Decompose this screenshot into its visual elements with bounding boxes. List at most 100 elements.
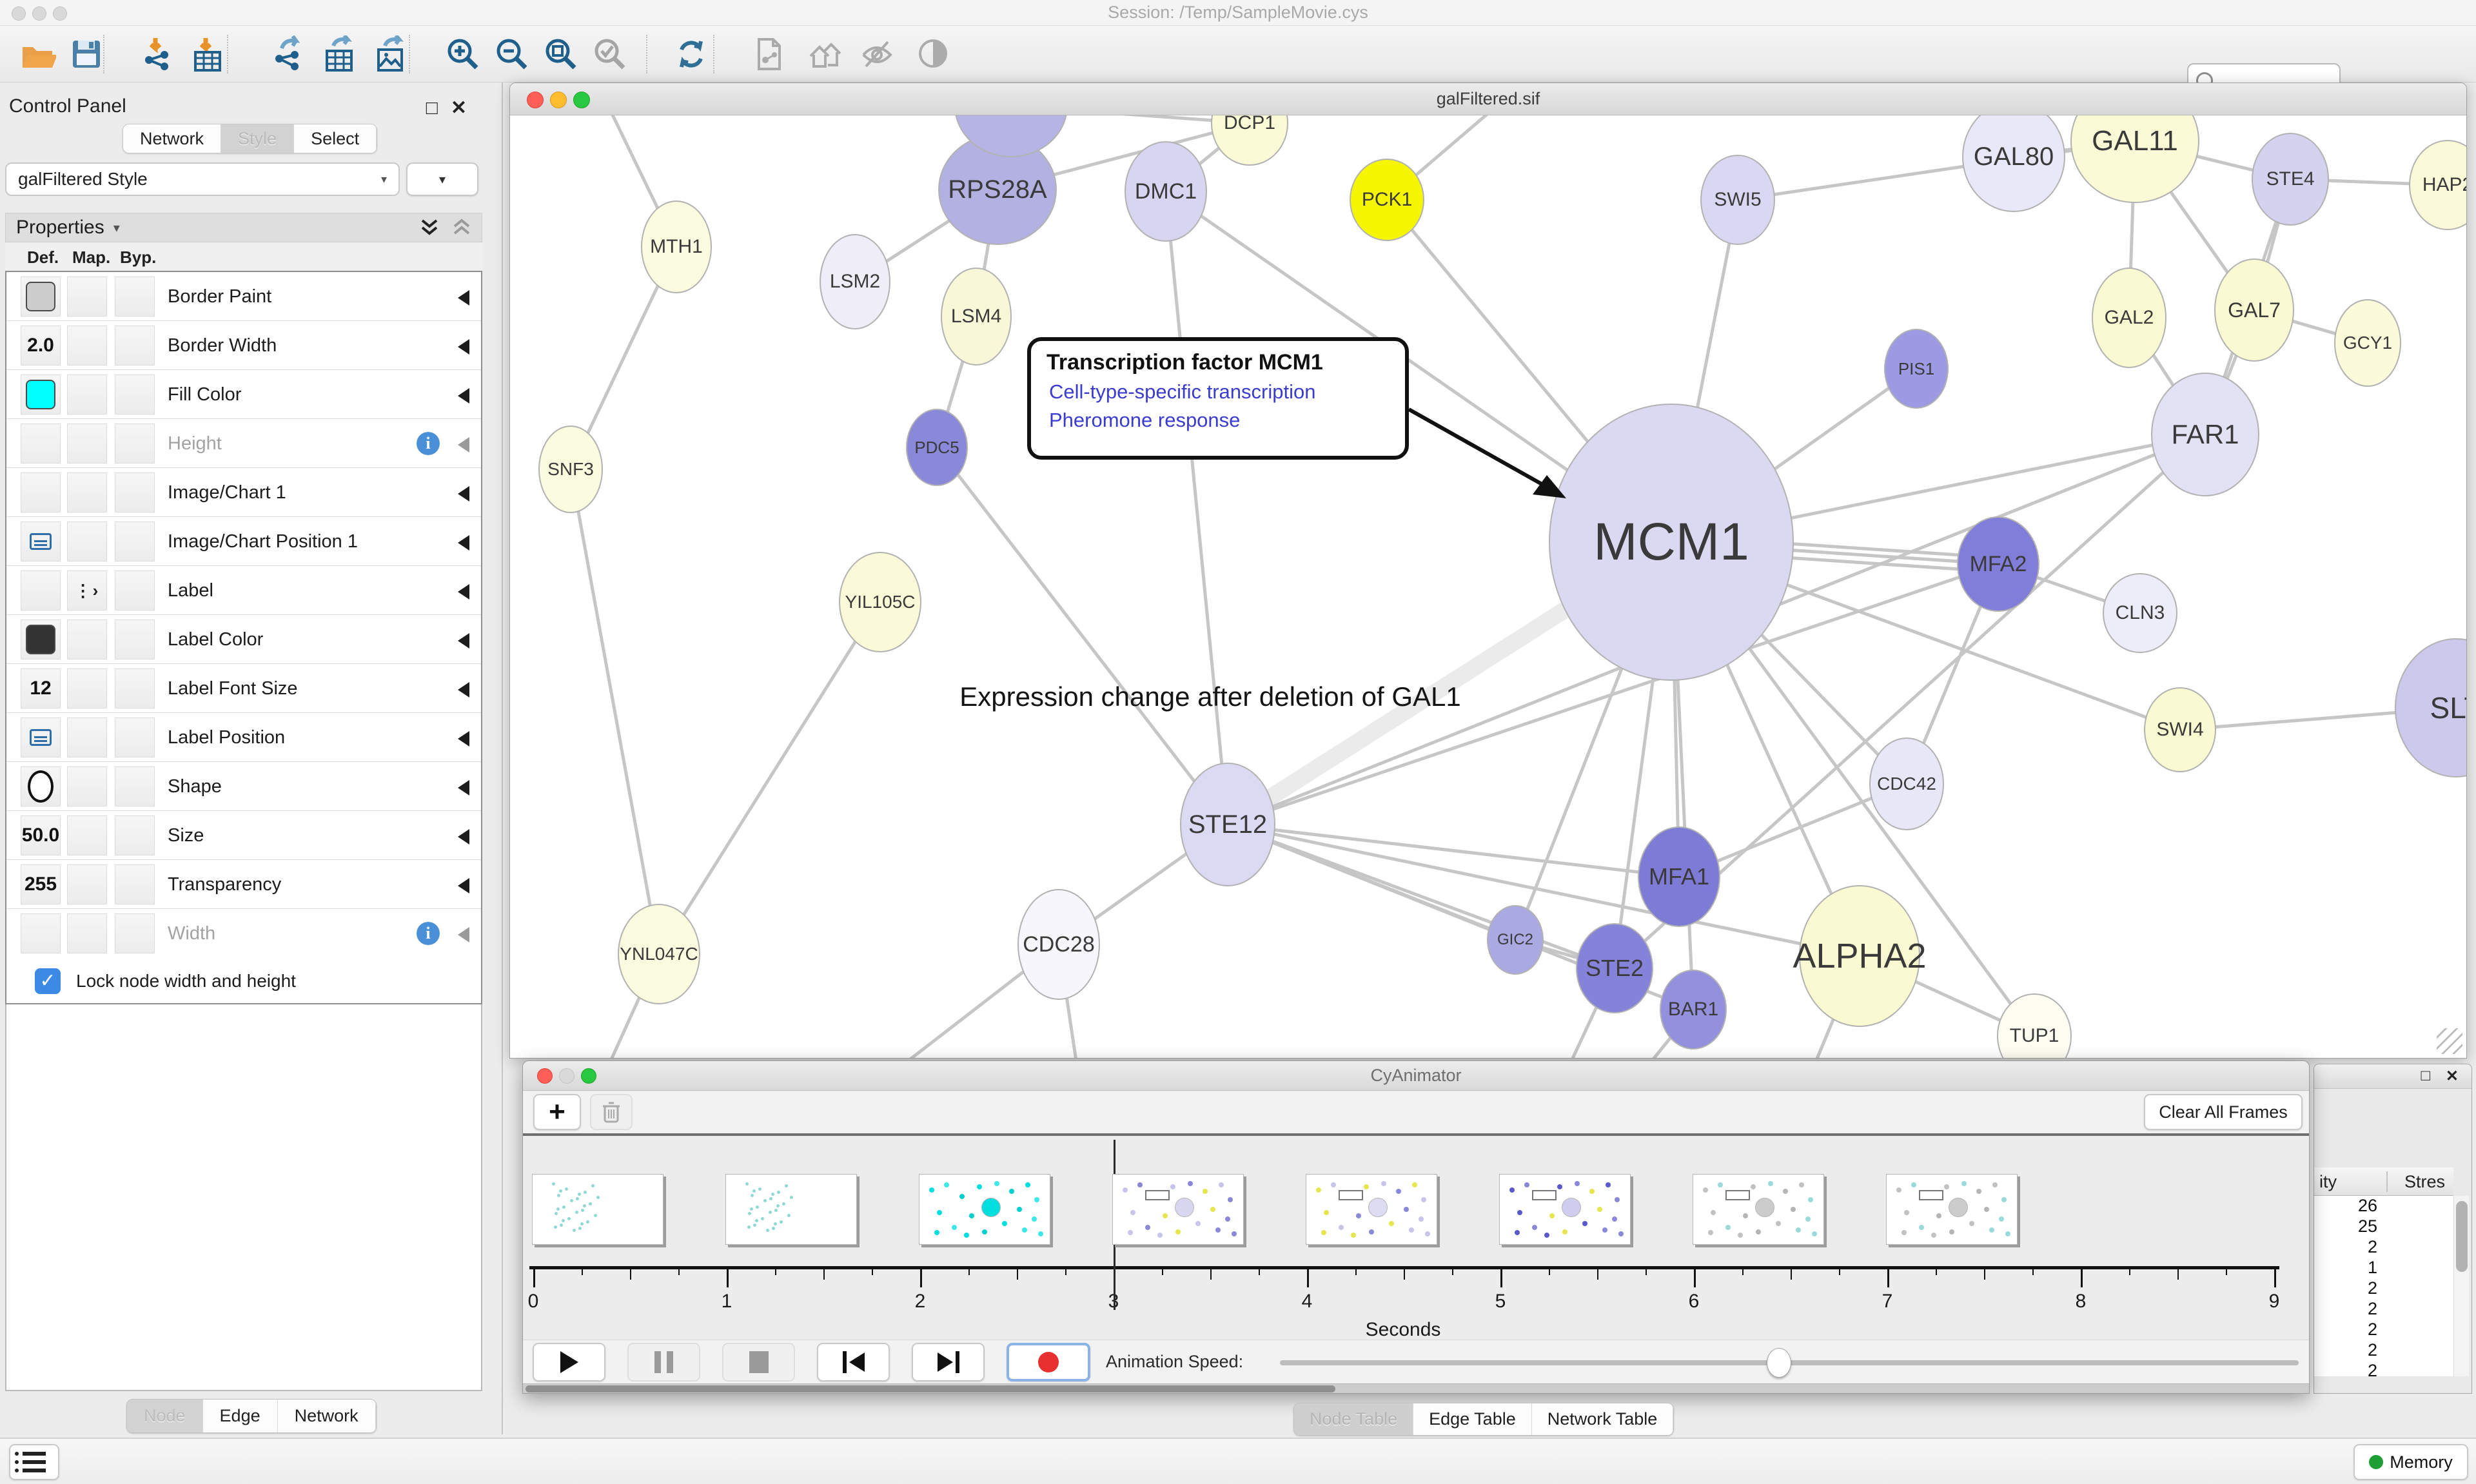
annotation-link[interactable]: Pheromone response	[1049, 409, 1390, 432]
property-row[interactable]: 50.0Size	[6, 811, 481, 860]
property-row[interactable]: Heighti	[6, 419, 481, 468]
mapping-cell[interactable]	[67, 620, 107, 659]
network-node-ALPHA2[interactable]: ALPHA2	[1799, 885, 1920, 1027]
default-cell[interactable]	[21, 766, 61, 806]
network-node-MFA1[interactable]: MFA1	[1638, 826, 1720, 927]
network-node-MTH1[interactable]: MTH1	[641, 200, 712, 293]
annotation-link[interactable]: Cell-type-specific transcription	[1049, 380, 1390, 404]
timeline-frame-6[interactable]	[1693, 1174, 1824, 1245]
mapping-cell[interactable]	[67, 718, 107, 757]
network-canvas[interactable]: TUP1YNL047CALPHA2BAR1STE2MFA1GIC2CDC28ST…	[510, 115, 2466, 1058]
network-edge[interactable]	[1166, 191, 1228, 825]
skip-to-start-button[interactable]	[817, 1343, 890, 1381]
expand-arrow-icon[interactable]	[458, 633, 469, 649]
mapping-cell[interactable]	[67, 913, 107, 953]
export-network-icon[interactable]	[267, 34, 308, 75]
resize-grip[interactable]	[2437, 1028, 2462, 1054]
tab-node-table[interactable]: Node Table	[1294, 1403, 1413, 1435]
network-node-GAL7[interactable]: GAL7	[2214, 259, 2294, 362]
default-value-swatch[interactable]	[26, 625, 55, 654]
default-cell[interactable]	[21, 375, 61, 415]
bypass-cell[interactable]	[115, 669, 155, 708]
table-row[interactable]: 2	[2314, 1361, 2453, 1381]
save-icon[interactable]	[66, 34, 107, 75]
mapping-cell[interactable]	[67, 815, 107, 855]
property-row[interactable]: ⋮›Label	[6, 566, 481, 615]
default-value[interactable]: 255	[25, 874, 57, 895]
info-icon[interactable]: i	[417, 432, 440, 455]
expand-arrow-icon[interactable]	[458, 878, 469, 893]
table-row[interactable]: 25	[2314, 1216, 2453, 1237]
timeline-frame-1[interactable]	[725, 1174, 857, 1245]
default-value-swatch[interactable]	[26, 282, 55, 311]
default-cell[interactable]	[21, 620, 61, 659]
network-node-GIC2[interactable]: GIC2	[1487, 905, 1544, 975]
ellipse-shape-icon[interactable]	[28, 770, 54, 803]
snapshot-icon[interactable]	[748, 34, 789, 75]
style-dropdown[interactable]: galFiltered Style ▾	[5, 162, 400, 196]
timeline-frame-4[interactable]	[1306, 1174, 1437, 1245]
default-cell[interactable]	[21, 718, 61, 757]
property-row[interactable]: Label Position	[6, 713, 481, 762]
network-edge[interactable]	[1228, 825, 1860, 956]
default-cell[interactable]: 255	[21, 864, 61, 904]
network-node-PCK1[interactable]: PCK1	[1350, 159, 1424, 241]
property-row[interactable]: Widthi	[6, 909, 481, 958]
expand-arrow-icon[interactable]	[458, 388, 469, 404]
network-annotation-box[interactable]: Transcription factor MCM1 Cell-type-spec…	[1027, 337, 1409, 460]
tab-network-table[interactable]: Network Table	[1532, 1403, 1674, 1435]
home-icon[interactable]	[805, 34, 846, 75]
network-node-STE4[interactable]: STE4	[2252, 133, 2329, 226]
network-node-GAL2[interactable]: GAL2	[2092, 268, 2166, 368]
mapping-cell[interactable]	[67, 326, 107, 366]
network-node-GCY1[interactable]: GCY1	[2334, 299, 2401, 387]
mapping-cell[interactable]: ⋮›	[67, 571, 107, 610]
export-table-icon[interactable]	[319, 34, 360, 75]
default-value[interactable]: 12	[30, 678, 51, 699]
bypass-cell[interactable]	[115, 815, 155, 855]
property-row[interactable]: 255Transparency	[6, 860, 481, 909]
float-panel-icon[interactable]: □	[2421, 1067, 2431, 1085]
bypass-cell[interactable]	[115, 571, 155, 610]
expand-arrow-icon[interactable]	[458, 290, 469, 306]
default-cell[interactable]	[21, 424, 61, 464]
expand-arrow-icon[interactable]	[458, 339, 469, 355]
properties-header[interactable]: Properties ▾	[5, 213, 482, 242]
position-icon[interactable]	[30, 729, 52, 746]
bypass-cell[interactable]	[115, 718, 155, 757]
timeline-frame-2[interactable]	[919, 1174, 1050, 1245]
table-row[interactable]: 2	[2314, 1299, 2453, 1320]
expand-arrow-icon[interactable]	[458, 682, 469, 698]
info-icon[interactable]: i	[417, 922, 440, 945]
table-vscrollbar[interactable]	[2453, 1196, 2469, 1376]
network-node-PIS1[interactable]: PIS1	[1884, 329, 1949, 409]
record-button[interactable]	[1007, 1343, 1090, 1381]
collapse-all-icon[interactable]	[451, 217, 473, 239]
network-node-SNF3[interactable]: SNF3	[538, 425, 603, 513]
tab-select[interactable]: Select	[294, 124, 377, 153]
cyanimator-titlebar[interactable]: CyAnimator	[523, 1061, 2309, 1091]
play-button[interactable]	[533, 1343, 605, 1381]
panel-tab-network[interactable]: Network	[278, 1400, 376, 1432]
network-edge[interactable]	[571, 469, 659, 954]
expand-arrow-icon[interactable]	[458, 780, 469, 796]
close-panel-icon[interactable]: ✕	[2446, 1067, 2459, 1086]
export-image-icon[interactable]	[370, 34, 411, 75]
property-row[interactable]: Image/Chart Position 1	[6, 517, 481, 566]
pause-button[interactable]	[627, 1343, 700, 1381]
lock-size-checkbox[interactable]: ✓	[35, 968, 61, 994]
bypass-cell[interactable]	[115, 277, 155, 317]
property-row[interactable]: Label Color	[6, 615, 481, 664]
table-row[interactable]: 2	[2314, 1340, 2453, 1361]
stop-button[interactable]	[722, 1343, 795, 1381]
table-row[interactable]: 2	[2314, 1320, 2453, 1340]
skip-to-end-button[interactable]	[912, 1343, 985, 1381]
refresh-icon[interactable]	[671, 34, 712, 75]
property-row[interactable]: Image/Chart 1	[6, 468, 481, 517]
panel-tab-edge[interactable]: Edge	[203, 1400, 278, 1432]
column-divider[interactable]	[2386, 1171, 2388, 1192]
bypass-cell[interactable]	[115, 766, 155, 806]
network-node-LSM2[interactable]: LSM2	[820, 234, 890, 329]
delete-frame-button[interactable]	[590, 1094, 633, 1130]
timeline-frame-0[interactable]	[532, 1174, 663, 1245]
